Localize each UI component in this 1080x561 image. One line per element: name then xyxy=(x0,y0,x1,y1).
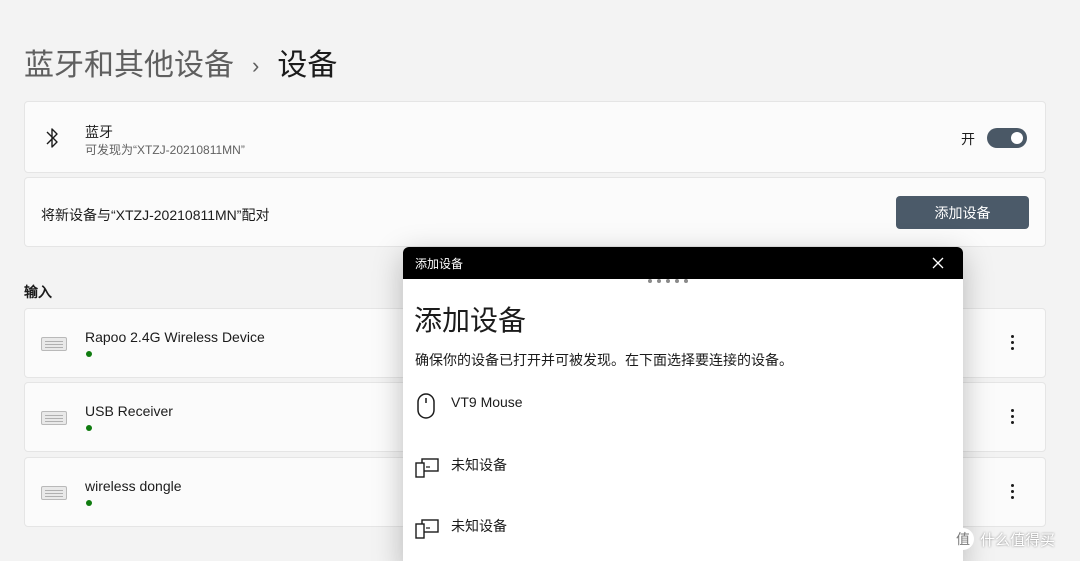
bluetooth-subtitle: 可发现为“XTZJ-20210811MN” xyxy=(85,143,245,157)
watermark-logo-icon: 值 xyxy=(952,528,974,550)
keyboard-icon xyxy=(41,486,67,500)
breadcrumb-parent[interactable]: 蓝牙和其他设备 xyxy=(24,46,234,86)
discovered-device-name: 未知设备 xyxy=(451,457,507,473)
loading-dots-icon xyxy=(648,279,688,283)
bluetooth-toggle[interactable] xyxy=(987,128,1027,148)
bluetooth-icon xyxy=(46,128,58,148)
dialog-window-title: 添加设备 xyxy=(415,256,464,271)
discovered-device-item[interactable]: 未知设备 xyxy=(415,514,915,558)
keyboard-icon xyxy=(41,337,67,351)
breadcrumb: 蓝牙和其他设备 › 设备 xyxy=(24,46,337,86)
device-name: wireless dongle xyxy=(85,478,182,494)
toggle-state-label: 开 xyxy=(961,131,975,147)
bluetooth-card: 蓝牙 可发现为“XTZJ-20210811MN” 开 xyxy=(24,101,1046,173)
dialog-heading: 添加设备 xyxy=(414,305,527,336)
connected-status-dot xyxy=(86,351,92,357)
close-icon[interactable] xyxy=(931,256,945,270)
unknown-device-icon xyxy=(415,519,439,539)
watermark-text: 什么值得买 xyxy=(980,531,1056,549)
dialog-description: 确保你的设备已打开并可被发现。在下面选择要连接的设备。 xyxy=(415,352,793,368)
add-device-dialog: 添加设备 添加设备 确保你的设备已打开并可被发现。在下面选择要连接的设备。 VT… xyxy=(403,247,963,561)
connected-status-dot xyxy=(86,500,92,506)
more-options-icon[interactable] xyxy=(1011,409,1015,425)
discovered-device-item[interactable]: VT9 Mouse xyxy=(415,392,915,436)
unknown-device-icon xyxy=(415,458,439,478)
page-title: 设备 xyxy=(277,49,338,82)
section-input-label: 输入 xyxy=(24,284,52,300)
discovered-device-name: 未知设备 xyxy=(451,518,507,534)
dialog-titlebar[interactable]: 添加设备 xyxy=(403,247,963,279)
connected-status-dot xyxy=(86,425,92,431)
device-name: USB Receiver xyxy=(85,403,173,419)
bluetooth-title: 蓝牙 xyxy=(85,124,113,140)
more-options-icon[interactable] xyxy=(1011,335,1015,351)
device-name: Rapoo 2.4G Wireless Device xyxy=(85,329,265,345)
toggle-knob xyxy=(1011,132,1023,144)
mouse-icon xyxy=(417,393,435,419)
keyboard-icon xyxy=(41,411,67,425)
pair-device-text: 将新设备与“XTZJ-20210811MN”配对 xyxy=(41,207,270,223)
more-options-icon[interactable] xyxy=(1011,484,1015,500)
pair-device-card: 将新设备与“XTZJ-20210811MN”配对 添加设备 xyxy=(24,177,1046,247)
discovered-device-item[interactable]: 未知设备 xyxy=(415,453,915,497)
add-device-button[interactable]: 添加设备 xyxy=(896,196,1029,229)
watermark: 值 什么值得买 xyxy=(952,528,1055,550)
chevron-right-icon: › xyxy=(252,53,260,78)
discovered-device-name: VT9 Mouse xyxy=(451,394,523,410)
